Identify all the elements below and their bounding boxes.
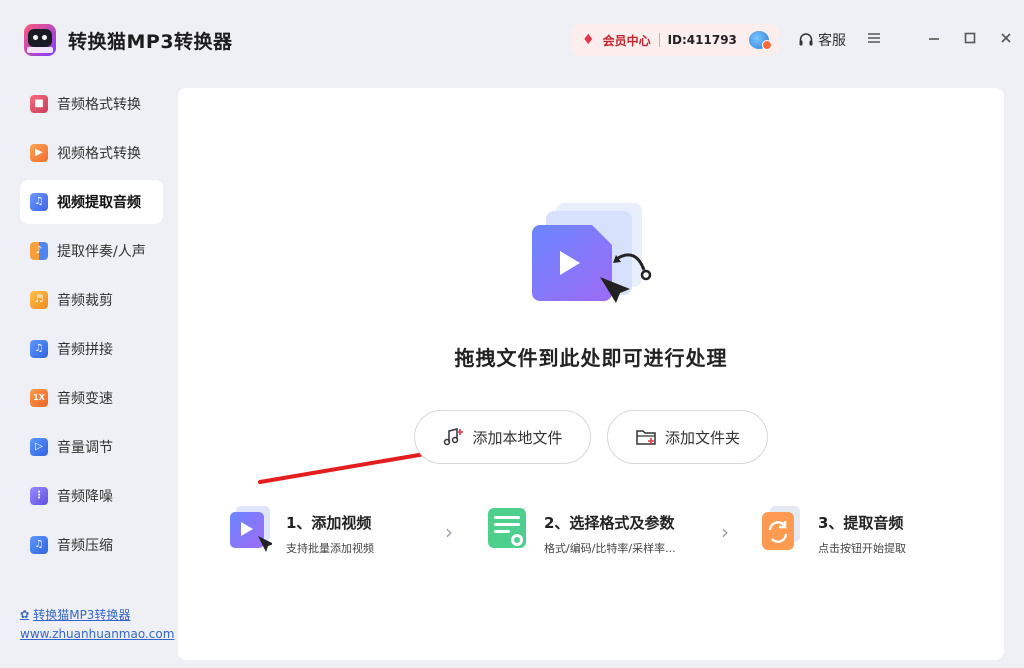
add-local-file-label: 添加本地文件 [472,428,563,447]
video-file-illustration [532,203,652,303]
service-label: 客服 [818,33,846,49]
paw-icon: ✿ [20,608,30,621]
step-choose-format: 2、选择格式及参数 格式/编码/比特率/采样率... [484,502,704,562]
sidebar-item-denoise[interactable]: ⋮ 音频降噪 [20,474,163,518]
format-settings-icon [488,508,526,548]
step-title: 3、提取音频 [818,514,904,532]
sidebar-item-audio-format-convert[interactable]: ■ 音频格式转换 [20,82,163,126]
sidebar: ■ 音频格式转换 ▶ 视频格式转换 ♫ 视频提取音频 ♪ 提取伴奏/人声 ♬ 音… [20,82,164,562]
vip-label: 会员中心 [602,33,651,48]
website-link[interactable]: www.zhuanhuanmao.com [20,627,174,641]
chevron-right-icon: › [445,520,453,544]
diamond-icon: ♦ [582,32,595,48]
add-local-file-button[interactable]: 添加本地文件 [414,410,591,464]
add-folder-label: 添加文件夹 [664,428,740,447]
sidebar-item-video-format-convert[interactable]: ▶ 视频格式转换 [20,131,163,175]
sidebar-footer: ✿ 转换猫MP3转换器 www.zhuanhuanmao.com [20,606,174,641]
sidebar-item-label: 视频格式转换 [57,146,141,162]
sidebar-item-audio-compress[interactable]: ♫ 音频压缩 [20,523,163,567]
add-video-icon [230,506,272,552]
sidebar-item-label: 音频格式转换 [57,97,141,113]
customer-service-button[interactable]: 客服 [798,30,846,50]
audio-merge-icon: ♫ [30,340,48,358]
add-folder-button[interactable]: 添加文件夹 [607,410,768,464]
drop-zone[interactable]: 拖拽文件到此处即可进行处理 添加本地文件 添加文件夹 1、添加视频 支持批量添加… [178,88,1004,660]
sidebar-item-label: 音频压缩 [57,538,113,554]
headset-icon [799,33,813,46]
drop-hint-text: 拖拽文件到此处即可进行处理 [454,346,728,370]
volume-icon: ▷ [30,438,48,456]
minimize-icon[interactable] [924,30,944,50]
app-logo [24,24,56,56]
app-title: 转换猫MP3转换器 [68,31,233,53]
brand-link-label: 转换猫MP3转换器 [33,608,131,622]
sidebar-item-label: 提取伴奏/人声 [57,244,146,260]
audio-speed-icon: 1X [30,389,48,407]
sidebar-item-label: 音量调节 [57,440,113,456]
step-add-video: 1、添加视频 支持批量添加视频 [226,502,426,562]
music-file-add-icon [444,428,464,446]
audio-compress-icon: ♫ [30,536,48,554]
maximize-icon[interactable] [960,30,980,50]
divider [658,33,660,47]
video-extract-audio-icon: ♫ [30,193,48,211]
step-desc: 支持批量添加视频 [286,542,374,555]
vocal-extract-icon: ♪ [30,242,48,260]
sidebar-item-video-extract-audio[interactable]: ♫ 视频提取音频 [20,180,163,224]
vip-center-button[interactable]: ♦ 会员中心 ID:411793 [572,24,779,56]
sidebar-item-vocal-extract[interactable]: ♪ 提取伴奏/人声 [20,229,163,273]
denoise-icon: ⋮ [30,487,48,505]
close-icon[interactable] [996,30,1016,50]
audio-cut-icon: ♬ [30,291,48,309]
step-extract-audio: 3、提取音频 点击按钮开始提取 [758,502,958,562]
step-desc: 点击按钮开始提取 [818,542,906,555]
sidebar-item-volume[interactable]: ▷ 音量调节 [20,425,163,469]
sidebar-item-audio-speed[interactable]: 1X 音频变速 [20,376,163,420]
sidebar-item-audio-cut[interactable]: ♬ 音频裁剪 [20,278,163,322]
sidebar-item-label: 音频拼接 [57,342,113,358]
sidebar-item-label: 视频提取音频 [57,195,141,211]
sidebar-item-label: 音频变速 [57,391,113,407]
step-title: 1、添加视频 [286,514,372,532]
folder-add-icon [636,430,656,445]
user-id: ID:411793 [667,33,737,47]
avatar[interactable] [749,31,772,50]
title-bar: 转换猫MP3转换器 ♦ 会员中心 ID:411793 客服 [0,0,1024,80]
sidebar-item-label: 音频降噪 [57,489,113,505]
sidebar-item-label: 音频裁剪 [57,293,113,309]
audio-convert-icon: ■ [30,95,48,113]
hamburger-icon[interactable] [864,30,884,50]
chevron-right-icon: › [721,520,729,544]
step-desc: 格式/编码/比特率/采样率... [544,542,676,555]
brand-link[interactable]: ✿ 转换猫MP3转换器 [20,606,174,623]
video-convert-icon: ▶ [30,144,48,162]
step-title: 2、选择格式及参数 [544,514,675,532]
extract-refresh-icon [762,506,800,550]
sidebar-item-audio-merge[interactable]: ♫ 音频拼接 [20,327,163,371]
